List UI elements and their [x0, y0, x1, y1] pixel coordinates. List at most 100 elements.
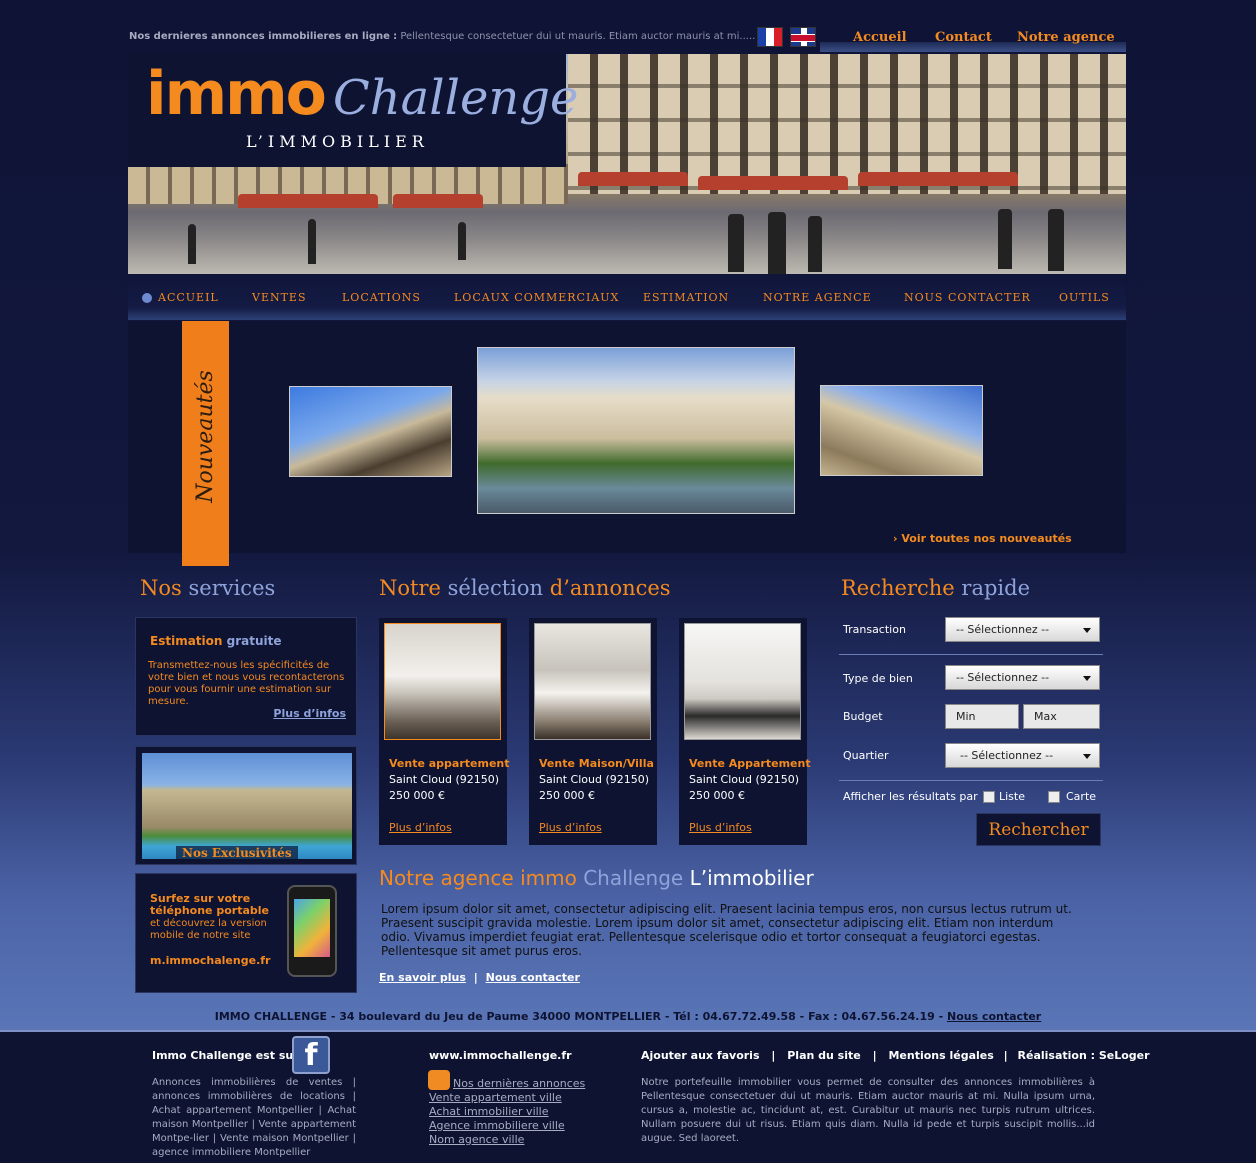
carte-label: Carte: [1066, 790, 1097, 803]
transaction-select[interactable]: -- Sélectionnez --: [945, 617, 1100, 642]
agence-title: Notre agence immo Challenge L’immobilier: [379, 866, 814, 890]
mentions-legales-link[interactable]: Mentions légales: [888, 1049, 993, 1062]
annonce-title: Vente appartement: [389, 757, 510, 770]
annonce-photo: [384, 623, 501, 740]
menu-item-locaux-commerciaux[interactable]: LOCAUX COMMERCIAUX: [454, 291, 619, 304]
exclusivites-box[interactable]: Nos Exclusivités: [135, 746, 357, 865]
voir-toutes-nouveautes-link[interactable]: › Voir toutes nos nouveautés: [893, 532, 1072, 545]
ticker-headline: Nos dernieres annonces immobilieres en l…: [129, 31, 390, 42]
exclusivites-caption: Nos Exclusivités: [176, 846, 298, 860]
annonce-photo: [684, 623, 801, 740]
divider: [839, 654, 1103, 655]
site-logo[interactable]: immo Challenge L’IMMOBILIER: [128, 54, 578, 167]
quartier-select[interactable]: -- Sélectionnez --: [945, 743, 1100, 768]
annonce-price: 250 000 €: [389, 789, 445, 802]
footer-site[interactable]: www.immochallenge.fr: [429, 1049, 572, 1062]
active-dot-icon: [142, 293, 152, 303]
rechercher-button[interactable]: Rechercher: [976, 813, 1101, 846]
menu-item-locations[interactable]: LOCATIONS: [342, 291, 421, 304]
ajouter-favoris-link[interactable]: Ajouter aux favoris: [641, 1049, 760, 1062]
news-thumb-1[interactable]: [289, 386, 452, 477]
annonce-more-link[interactable]: Plus d’infos: [539, 821, 602, 834]
agence-text: Lorem ipsum dolor sit amet, consectetur …: [381, 902, 1072, 958]
footer-top-links: Ajouter aux favoris | Plan du site | Men…: [641, 1049, 1150, 1062]
footer-link[interactable]: Nos dernières annonces: [453, 1077, 585, 1090]
agence-links: En savoir plus | Nous contacter: [379, 971, 580, 984]
annonce-title: Vente Appartement: [689, 757, 811, 770]
ticker-separator: :: [393, 31, 398, 42]
estimation-box: Estimation gratuite Transmettez-nous les…: [135, 617, 357, 736]
recherche-title: Recherche rapide: [841, 576, 1030, 600]
menu-item-outils[interactable]: OUTILS: [1059, 291, 1110, 304]
liste-label: Liste: [999, 790, 1025, 803]
footer-link[interactable]: Achat immobilier ville: [429, 1105, 549, 1118]
nouveautes-section: Nouveautés › Voir toutes nos nouveautés: [128, 321, 1126, 566]
address-text: IMMO CHALLENGE - 34 boulevard du Jeu de …: [214, 1010, 944, 1023]
footer-link[interactable]: Agence immobiliere ville: [429, 1119, 565, 1132]
phone-icon: [287, 885, 337, 977]
header-banner: immo Challenge L’IMMOBILIER: [128, 54, 1126, 274]
estimation-more-link[interactable]: Plus d’infos: [273, 707, 346, 720]
plan-du-site-link[interactable]: Plan du site: [787, 1049, 861, 1062]
divider: [839, 780, 1103, 781]
estimation-title: Estimation gratuite: [150, 634, 282, 648]
menu-item-estimation[interactable]: ESTIMATION: [643, 291, 729, 304]
rss-icon[interactable]: [428, 1070, 450, 1090]
carte-checkbox[interactable]: [1048, 791, 1060, 803]
top-link-notre-agence[interactable]: Notre agence: [1017, 30, 1115, 45]
estimation-text: Transmettez-nous les spécificités de vot…: [148, 660, 345, 707]
budget-label: Budget: [843, 710, 883, 723]
footer-link[interactable]: Vente appartement ville: [429, 1091, 562, 1104]
type-select[interactable]: -- Sélectionnez --: [945, 665, 1100, 690]
facebook-icon[interactable]: f: [292, 1036, 330, 1074]
services-title: Nos services: [140, 576, 276, 600]
top-link-accueil[interactable]: Accueil: [853, 30, 907, 45]
address-contact-link[interactable]: Nous contacter: [947, 1010, 1041, 1023]
quartier-label: Quartier: [843, 749, 889, 762]
annonce-price: 250 000 €: [539, 789, 595, 802]
logo-challenge: Challenge: [333, 70, 579, 126]
annonce-price: 250 000 €: [689, 789, 745, 802]
annonce-location: Saint Cloud (92150): [689, 773, 800, 786]
footer-link[interactable]: Nom agence ville: [429, 1133, 524, 1146]
annonce-title: Vente Maison/Villa: [539, 757, 654, 770]
mobile-title: Surfez sur votre téléphone portable: [150, 892, 269, 917]
annonce-location: Saint Cloud (92150): [539, 773, 650, 786]
footer-seo-text: Annonces immobilières de ventes | annonc…: [152, 1077, 356, 1158]
facebook-title: Immo Challenge est sur: [152, 1049, 299, 1062]
flag-uk-icon[interactable]: [790, 27, 816, 47]
mobile-text: et découvrez la version mobile de notre …: [150, 918, 267, 941]
logo-subtitle: L’IMMOBILIER: [246, 132, 429, 151]
menu-item-ventes[interactable]: VENTES: [252, 291, 307, 304]
annonce-location: Saint Cloud (92150): [389, 773, 500, 786]
annonce-photo: [534, 623, 651, 740]
annonce-card-2[interactable]: Vente Maison/Villa Saint Cloud (92150) 2…: [529, 618, 657, 845]
main-menu: ACCUEIL VENTES LOCATIONS LOCAUX COMMERCI…: [128, 278, 1126, 320]
annonce-more-link[interactable]: Plus d’infos: [389, 821, 452, 834]
villa-photo: [142, 753, 352, 859]
mobile-url[interactable]: m.immochalenge.fr: [150, 954, 270, 967]
ribbon-label: Nouveautés: [193, 369, 218, 503]
flag-fr-icon[interactable]: [757, 27, 783, 47]
en-savoir-plus-link[interactable]: En savoir plus: [379, 971, 466, 984]
menu-item-nous-contacter[interactable]: NOUS CONTACTER: [904, 291, 1031, 304]
menu-item-notre-agence[interactable]: NOTRE AGENCE: [763, 291, 872, 304]
liste-checkbox[interactable]: [983, 791, 995, 803]
news-thumb-2[interactable]: [477, 347, 795, 514]
budget-min-input[interactable]: Min: [945, 704, 1019, 729]
annonce-card-3[interactable]: Vente Appartement Saint Cloud (92150) 25…: [679, 618, 811, 845]
news-thumb-3[interactable]: [820, 385, 983, 476]
transaction-label: Transaction: [843, 623, 906, 636]
menu-item-accueil[interactable]: ACCUEIL: [158, 291, 219, 304]
realisation-link[interactable]: Réalisation : SeLoger: [1018, 1049, 1150, 1062]
afficher-label: Afficher les résultats par: [843, 790, 978, 803]
ticker-text: Pellentesque consectetuer dui ut mauris.…: [400, 31, 756, 42]
nous-contacter-link[interactable]: Nous contacter: [486, 971, 580, 984]
mobile-box[interactable]: Surfez sur votre téléphone portable et d…: [135, 873, 357, 993]
budget-max-input[interactable]: Max: [1023, 704, 1100, 729]
top-link-contact[interactable]: Contact: [935, 30, 992, 45]
annonce-more-link[interactable]: Plus d’infos: [689, 821, 752, 834]
logo-immo: immo: [146, 59, 327, 129]
type-label: Type de bien: [843, 672, 913, 685]
annonce-card-1[interactable]: Vente appartement Saint Cloud (92150) 25…: [379, 618, 510, 845]
